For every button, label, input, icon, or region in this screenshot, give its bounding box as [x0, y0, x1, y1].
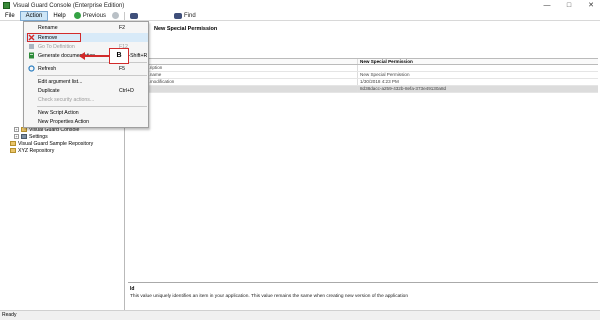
details-title: New Special Permission [154, 26, 218, 32]
grid-header: New Special Permission [128, 58, 598, 65]
documentation-icon [29, 52, 34, 59]
expand-icon[interactable]: + [14, 127, 19, 132]
menu-file[interactable]: File [0, 11, 20, 21]
refresh-icon [28, 65, 35, 72]
menu-help[interactable]: Help [48, 11, 70, 21]
tree-item-label: Visual Guard Sample Repository [18, 140, 94, 147]
maximize-button[interactable]: □ [564, 1, 574, 10]
table-row[interactable]: ...ription [128, 65, 598, 72]
menu-item-edit-argument-list[interactable]: Edit argument list... [25, 77, 148, 86]
repository-icon [10, 148, 16, 153]
table-row[interactable]: ...name New Special Permission [128, 72, 598, 79]
menu-item-rename[interactable]: Rename F2 [25, 23, 148, 32]
window-title: Visual Guard Console (Enterprise Edition… [13, 2, 125, 9]
previous-label: Previous [82, 12, 107, 19]
grid-header-name [128, 59, 357, 64]
callout-arrow-line [81, 55, 109, 57]
tree-item-label: Settings [29, 133, 48, 140]
back-arrow-icon [73, 12, 81, 19]
table-row-selected[interactable]: 8d38dacc-a259-432b-8efa-373e49130a8d [128, 86, 598, 93]
find-icon [174, 12, 183, 19]
menu-item-new-script-action[interactable]: New Script Action [25, 108, 148, 117]
menu-item-go-to-definition[interactable]: Go To Definition F12 [25, 42, 148, 51]
expand-icon[interactable]: + [14, 134, 19, 139]
property-name: ...name [146, 72, 162, 77]
menu-separator [37, 75, 147, 76]
menu-separator [37, 106, 147, 107]
callout-arrow-head [79, 52, 85, 60]
tree-item-xyz-repository[interactable]: XYZ Repository [10, 147, 54, 154]
toolbar-separator [124, 11, 126, 20]
binoculars-icon [130, 12, 139, 19]
description-text: This value uniquely identifies an item i… [130, 294, 409, 299]
tree-item-sample-repository[interactable]: Visual Guard Sample Repository [10, 140, 93, 147]
close-button[interactable]: ✕ [586, 1, 596, 10]
property-value[interactable]: 8d38dacc-a259-432b-8efa-373e49130a8d [357, 86, 597, 92]
menu-separator [37, 62, 147, 63]
remove-highlight-box [27, 33, 81, 42]
next-button[interactable] [109, 11, 122, 20]
tree-item-label: XYZ Repository [18, 147, 55, 154]
previous-button[interactable]: Previous [71, 11, 109, 20]
property-name: ...ription [146, 65, 163, 70]
status-bar: Ready [0, 310, 600, 320]
binoculars-button[interactable] [127, 11, 141, 20]
forward-arrow-icon [112, 12, 120, 19]
minimize-button[interactable]: — [542, 1, 552, 10]
details-pane: New Special Permission New Special Permi… [126, 22, 600, 310]
menu-item-duplicate[interactable]: Duplicate Ctrl+D [25, 86, 148, 95]
menubar: File Action Help Previous Find [0, 10, 600, 21]
settings-icon [21, 134, 27, 139]
property-value[interactable] [357, 65, 597, 71]
repository-icon [10, 141, 16, 146]
menu-item-check-security-actions[interactable]: Check security actions... [25, 95, 148, 104]
properties-grid: New Special Permission ...ription ...nam… [128, 58, 598, 93]
window-titlebar: Visual Guard Console (Enterprise Edition… [0, 0, 600, 11]
table-row[interactable]: ...modification 1/30/2018 4:23 PM [128, 79, 598, 86]
callout-label: B [109, 48, 129, 64]
action-menu-dropdown: Rename F2 Remove Go To Definition F12 Ge… [23, 21, 149, 128]
property-name: ...modification [146, 79, 175, 84]
window-controls: — □ ✕ [542, 1, 596, 10]
property-name [128, 86, 357, 92]
tree-item-settings[interactable]: + Settings [14, 133, 48, 140]
property-value[interactable]: 1/30/2018 4:23 PM [357, 79, 597, 85]
find-button[interactable]: Find [171, 11, 199, 20]
menu-item-new-properties-action[interactable]: New Properties Action [25, 117, 148, 126]
description-title: Id [130, 286, 135, 292]
property-value[interactable]: New Special Permission [357, 72, 597, 78]
menu-item-refresh[interactable]: Refresh F5 [25, 64, 148, 73]
find-label: Find [184, 12, 196, 19]
description-panel: Id This value uniquely identifies an ite… [128, 282, 598, 309]
app-icon [3, 2, 10, 9]
menu-action[interactable]: Action [19, 10, 49, 21]
grid-header-value: New Special Permission [357, 59, 597, 64]
go-to-definition-icon [29, 44, 34, 49]
